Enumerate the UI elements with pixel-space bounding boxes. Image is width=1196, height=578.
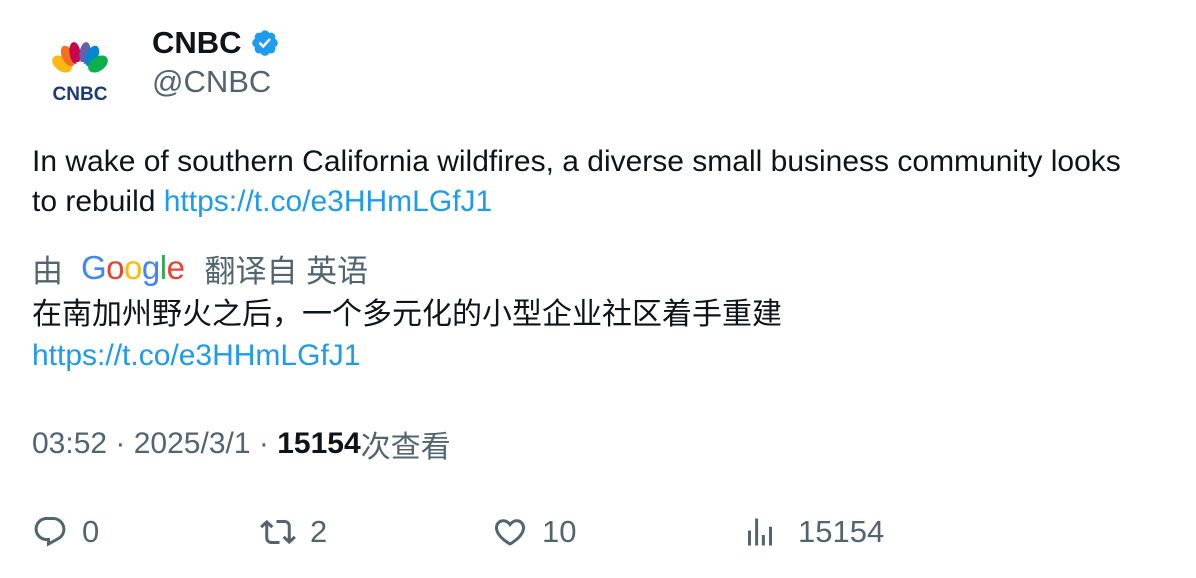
views-label: 次查看 — [360, 431, 451, 464]
verified-badge-icon — [251, 30, 278, 56]
name-row: CNBC — [152, 24, 280, 62]
google-logo-icon[interactable]: Google — [81, 249, 185, 287]
author-handle[interactable]: @CNBC — [152, 64, 280, 100]
like-button[interactable]: 10 — [492, 510, 576, 554]
tweet-meta: 03:52 · 2025/3/1 · 15154 次查看 — [32, 424, 451, 464]
meta-separator: · — [107, 427, 134, 460]
avatar[interactable]: CNBC — [32, 24, 128, 120]
tweet-header: CNBC CNBC @CNBC — [32, 24, 280, 124]
tweet-time[interactable]: 03:52 — [32, 427, 107, 461]
author-names: CNBC @CNBC — [152, 24, 280, 100]
translated-body: 在南加州野火之后，一个多元化的小型企业社区着手重建 https://t.co/e… — [32, 294, 1152, 376]
tweet-link[interactable]: https://t.co/e3HHmLGfJ1 — [164, 185, 492, 218]
reply-icon — [34, 517, 66, 547]
analytics-icon — [748, 518, 772, 546]
views-count: 15154 — [277, 427, 361, 460]
meta-separator: · — [250, 427, 278, 460]
retweet-count: 2 — [310, 514, 328, 549]
action-bar: 0 2 10 15154 — [32, 510, 1162, 554]
cnbc-logo-text: CNBC — [53, 84, 108, 104]
tweet-date[interactable]: 2025/3/1 — [134, 427, 251, 461]
views-button[interactable]: 15154 — [742, 510, 884, 554]
views-action-count: 15154 — [798, 514, 885, 549]
translation-attribution: 由 Google 翻译自 英语 — [32, 246, 368, 290]
translated-text: 在南加州野火之后，一个多元化的小型企业社区着手重建 — [32, 298, 782, 331]
cnbc-peacock-logo-icon: CNBC — [52, 42, 108, 104]
like-count: 10 — [542, 514, 577, 549]
translated-link[interactable]: https://t.co/e3HHmLGfJ1 — [32, 339, 360, 372]
reply-count: 0 — [82, 514, 100, 549]
retweet-icon — [260, 519, 296, 545]
translation-prefix: 由 — [32, 253, 63, 289]
retweet-button[interactable]: 2 — [260, 510, 327, 554]
translation-suffix: 翻译自 英语 — [204, 253, 369, 289]
reply-button[interactable]: 0 — [32, 510, 99, 554]
tweet-body: In wake of southern California wildfires… — [32, 142, 1152, 222]
author-display-name[interactable]: CNBC — [152, 25, 242, 61]
heart-icon — [494, 519, 526, 546]
tweet-card: CNBC CNBC @CNBC In wake of southern Cali… — [0, 0, 1196, 578]
